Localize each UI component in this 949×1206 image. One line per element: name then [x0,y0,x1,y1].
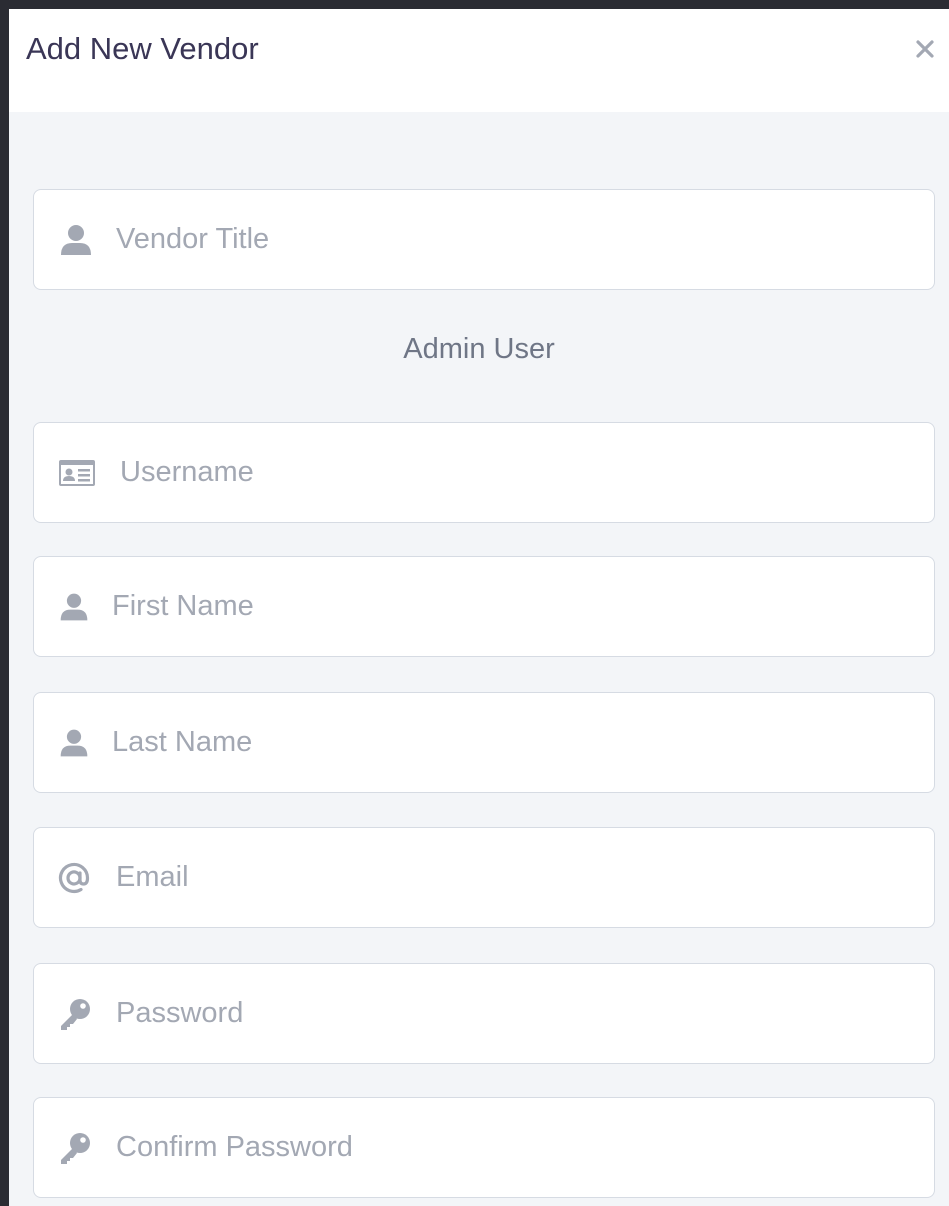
password-field[interactable] [33,963,935,1064]
password-input[interactable] [114,964,924,1063]
first-name-field[interactable] [33,556,935,657]
confirm-password-field[interactable] [33,1097,935,1198]
id-card-icon [58,458,96,488]
email-input[interactable] [114,828,924,927]
confirm-password-input[interactable] [114,1098,924,1197]
user-icon [58,590,90,624]
modal-header: Add New Vendor [9,9,949,112]
vendor-title-input[interactable] [114,190,924,289]
user-icon [58,222,94,258]
user-icon [58,726,90,760]
key-icon [58,997,92,1031]
vendor-title-field[interactable] [33,189,935,290]
at-icon [58,862,90,894]
first-name-input[interactable] [110,557,924,656]
last-name-input[interactable] [110,693,924,792]
email-field[interactable] [33,827,935,928]
add-vendor-modal: Add New Vendor Admin User [9,9,949,1206]
admin-user-label: Admin User [403,333,555,365]
last-name-field[interactable] [33,692,935,793]
username-field[interactable] [33,422,935,523]
username-input[interactable] [118,423,924,522]
key-icon [58,1131,92,1165]
close-icon[interactable] [913,37,937,61]
modal-title: Add New Vendor [26,31,259,66]
